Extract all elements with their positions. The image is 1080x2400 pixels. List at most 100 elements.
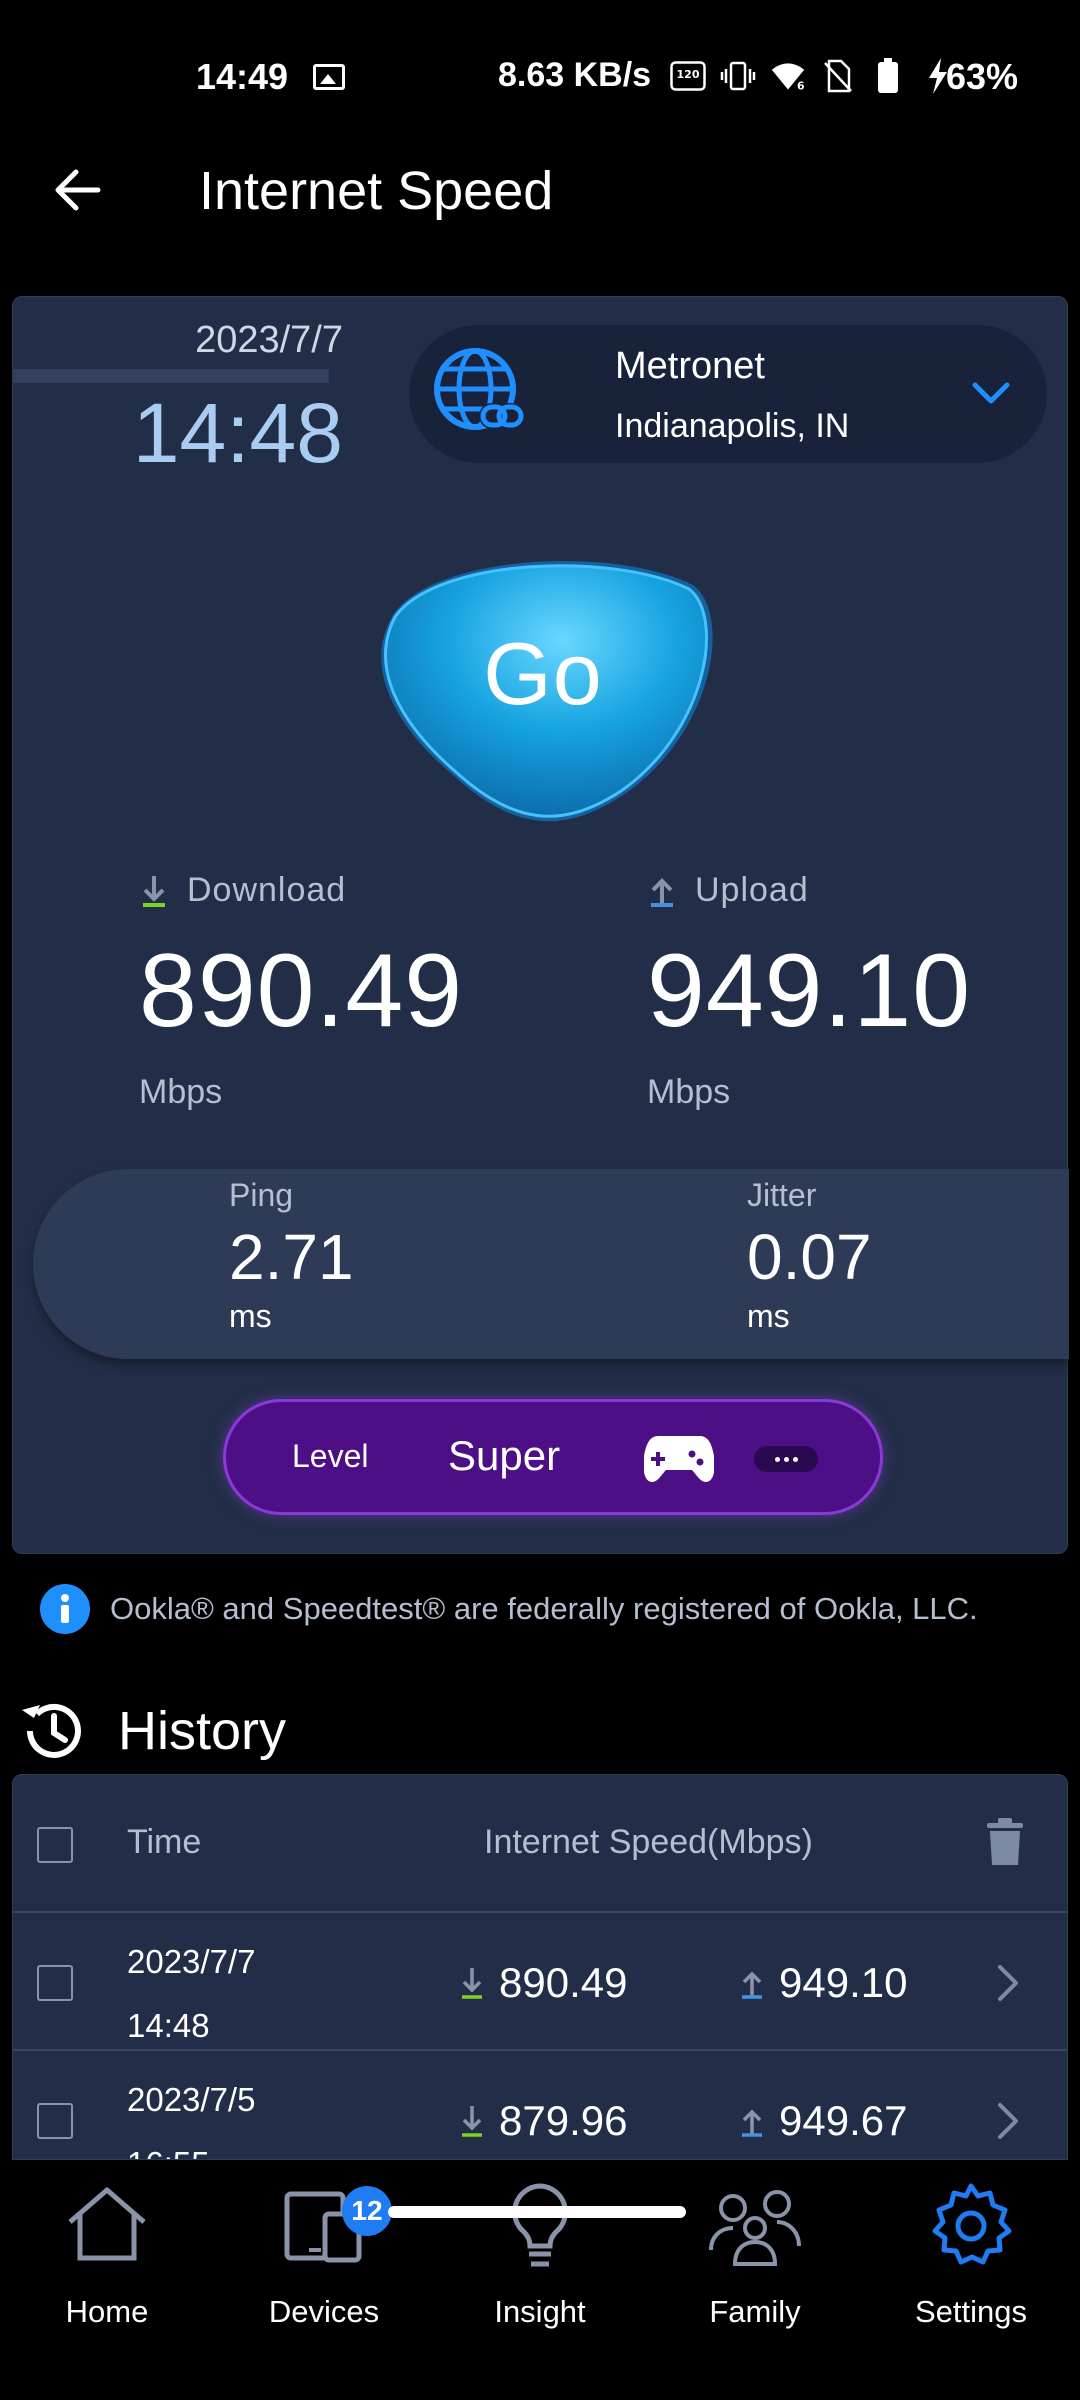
status-icons: 120 6 [670, 56, 956, 96]
chevron-down-icon [969, 373, 1013, 413]
nav-family[interactable]: Family [655, 2180, 855, 2330]
row-upload-value: 949.67 [779, 2097, 908, 2144]
row-time: 16:55 [127, 2145, 210, 2159]
home-icon [68, 2187, 146, 2261]
select-all-checkbox[interactable] [37, 1827, 73, 1863]
jitter-unit: ms [747, 1298, 790, 1334]
jitter-label: Jitter [747, 1177, 817, 1213]
test-date: 2023/7/7 [195, 319, 343, 361]
page-title: Internet Speed [199, 161, 554, 221]
upload-arrow-icon [742, 1971, 762, 1999]
svg-text:120: 120 [677, 68, 700, 81]
ping-unit: ms [229, 1298, 272, 1334]
ookla-notice: Ookla® and Speedtest® are federally regi… [40, 1584, 1050, 1634]
download-metric: Download 890.49 Mbps [139, 871, 463, 1112]
nav-home-label: Home [65, 2294, 149, 2329]
row-upload: 949.67 [739, 2097, 907, 2145]
test-time: 14:48 [132, 386, 343, 480]
history-title: History [118, 1701, 287, 1761]
vibrate-icon [720, 58, 756, 94]
server-name: Metronet [615, 345, 765, 387]
upload-value: 949.10 [647, 933, 972, 1049]
speed-test-card: 2023/7/7 14:48 Metronet Indianapolis, IN [12, 296, 1069, 1554]
table-row[interactable]: 2023/7/5 16:55 879.96 949.67 [13, 2051, 1067, 2159]
back-arrow-icon[interactable] [48, 160, 108, 220]
nav-settings-label: Settings [914, 2294, 1027, 2329]
nav-devices[interactable]: 12 Devices [224, 2180, 424, 2330]
column-header-speed: Internet Speed(Mbps) [484, 1823, 813, 1861]
image-icon [313, 64, 345, 90]
server-location: Indianapolis, IN [615, 407, 850, 445]
download-arrow-icon [143, 875, 165, 907]
more-icon [754, 1446, 818, 1472]
nav-settings[interactable]: Settings [871, 2180, 1071, 2330]
refresh-rate-120hz-icon: 120 [670, 58, 706, 94]
download-value: 890.49 [139, 933, 464, 1049]
level-bar[interactable]: Level Super [223, 1399, 883, 1515]
column-header-time: Time [127, 1823, 202, 1861]
wifi-6-icon: 6 [770, 58, 806, 94]
status-bar: 14:49 8.63 KB/s 120 6 63% [0, 0, 1080, 150]
history-icon [18, 1696, 88, 1766]
row-upload-value: 949.10 [779, 1959, 908, 2006]
row-date: 2023/7/5 [127, 2081, 256, 2118]
battery-percent: 63% [946, 56, 1019, 97]
go-button[interactable]: Go [363, 545, 723, 831]
latency-panel: Ping 2.71 ms Jitter 0.07 ms [33, 1169, 1069, 1359]
row-time: 14:48 [127, 2007, 210, 2044]
row-download-value: 890.49 [499, 1959, 628, 2006]
notice-text: Ookla® and Speedtest® are federally regi… [110, 1591, 978, 1626]
row-download-value: 879.96 [499, 2097, 628, 2144]
upload-unit: Mbps [647, 1073, 731, 1111]
ping-value: 2.71 [229, 1221, 354, 1293]
history-header: History [18, 1696, 286, 1766]
row-checkbox[interactable] [37, 2103, 73, 2139]
row-download: 879.96 [459, 2097, 627, 2145]
upload-arrow-icon [742, 2109, 762, 2137]
jitter-metric: Jitter 0.07 ms [747, 1177, 872, 1335]
ping-metric: Ping 2.71 ms [229, 1177, 354, 1335]
jitter-value: 0.07 [747, 1221, 872, 1293]
ping-label: Ping [229, 1177, 294, 1213]
nav-insight[interactable]: Insight [440, 2180, 640, 2330]
go-label: Go [483, 624, 603, 723]
table-header-row: Time Internet Speed(Mbps) [13, 1775, 1067, 1913]
nav-family-label: Family [709, 2294, 801, 2329]
gear-icon [932, 2183, 1012, 2265]
chevron-right-icon [995, 2101, 1021, 2141]
info-icon [40, 1584, 90, 1634]
no-sim-icon [820, 58, 856, 94]
row-upload: 949.10 [739, 1959, 907, 2007]
level-value: Super [448, 1432, 561, 1479]
date-divider [13, 369, 329, 383]
globe-link-icon [431, 345, 527, 441]
devices-badge: 12 [342, 2186, 392, 2236]
svg-text:6: 6 [797, 80, 805, 93]
battery-icon [870, 58, 906, 94]
download-label: Download [187, 871, 347, 909]
status-time: 14:49 [196, 56, 289, 97]
upload-arrow-icon [651, 877, 673, 907]
server-selector[interactable]: Metronet Indianapolis, IN [409, 325, 1047, 463]
lightbulb-icon [512, 2183, 568, 2267]
home-indicator[interactable] [388, 2206, 686, 2218]
history-table: Time Internet Speed(Mbps) 2023/7/7 14:48… [12, 1774, 1068, 2160]
bottom-nav: Home 12 Devices Insight Family Settings [0, 2160, 1080, 2400]
level-label: Level [292, 1438, 369, 1474]
nav-home[interactable]: Home [7, 2180, 207, 2330]
download-arrow-icon [462, 1968, 482, 1999]
row-download: 890.49 [459, 1959, 627, 2007]
network-speed: 8.63 KB/s [498, 56, 652, 94]
row-checkbox[interactable] [37, 1965, 73, 2001]
trash-icon[interactable] [985, 1817, 1025, 1867]
table-row[interactable]: 2023/7/7 14:48 890.49 949.10 [13, 1913, 1067, 2051]
nav-insight-label: Insight [494, 2294, 586, 2329]
family-icon [709, 2190, 801, 2266]
upload-metric: Upload 949.10 Mbps [647, 871, 971, 1112]
chevron-right-icon [995, 1963, 1021, 2003]
download-arrow-icon [462, 2106, 482, 2137]
gamepad-icon [643, 1432, 715, 1484]
row-date: 2023/7/7 [127, 1943, 256, 1980]
download-unit: Mbps [139, 1073, 223, 1111]
nav-devices-label: Devices [268, 2294, 380, 2329]
